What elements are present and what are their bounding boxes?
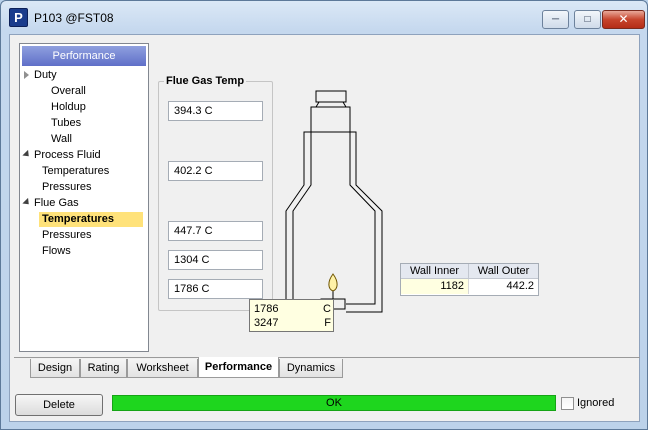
minimize-icon: ─	[551, 14, 560, 25]
wall-inner-value: 1182	[401, 279, 469, 294]
flue-gas-temp-radiant: 1304 C	[168, 250, 263, 270]
shell-right-inner	[346, 132, 376, 305]
maximize-button[interactable]: □	[574, 10, 601, 29]
tab-performance[interactable]: Performance	[198, 357, 279, 378]
shell-left-inner	[292, 132, 323, 305]
tooltip-row-c: 1786 C	[254, 302, 331, 316]
tooltip-value: 3247	[254, 317, 279, 329]
client-area: Performance Duty Overall Holdup Tubes Wa…	[9, 34, 640, 422]
flame-icon	[328, 273, 338, 292]
ignored-label[interactable]: Ignored	[577, 397, 614, 410]
flue-gas-temp-shield: 447.7 C	[168, 221, 263, 241]
wall-temp-table: Wall Inner Wall Outer 1182 442.2	[400, 263, 539, 296]
app-window: P P103 @FST08 ─ □ ✕ Performance Duty Ove…	[0, 0, 648, 430]
tab-design[interactable]: Design	[30, 359, 80, 378]
tab-rating[interactable]: Rating	[80, 359, 127, 378]
stack-cap-base	[315, 101, 347, 108]
stack-outer	[310, 106, 351, 133]
tab-worksheet[interactable]: Worksheet	[127, 359, 198, 378]
tooltip-unit: C	[323, 303, 331, 315]
maximize-icon: □	[584, 14, 591, 25]
app-icon: P	[9, 8, 28, 27]
shell-left-outer	[285, 131, 311, 313]
close-icon: ✕	[618, 12, 629, 26]
delete-button[interactable]: Delete	[15, 394, 103, 416]
status-bar: OK	[112, 395, 556, 411]
tooltip-unit: F	[324, 317, 331, 329]
minimize-button[interactable]: ─	[542, 10, 569, 29]
tooltip-row-f: 3247 F	[254, 316, 331, 330]
wall-outer-header: Wall Outer	[469, 264, 538, 279]
flue-gas-temp-convection: 402.2 C	[168, 161, 263, 181]
tooltip-value: 1786	[254, 303, 279, 315]
stack-cap	[315, 90, 347, 103]
flue-gas-temp-flame: 1786 C	[168, 279, 263, 299]
tab-strip-line	[14, 357, 640, 358]
wall-outer-value: 442.2	[469, 279, 538, 294]
wall-inner-header: Wall Inner	[401, 264, 469, 279]
ignored-checkbox[interactable]	[561, 397, 574, 410]
flue-gas-temp-stack: 394.3 C	[168, 101, 263, 121]
tab-dynamics[interactable]: Dynamics	[279, 359, 343, 378]
title-bar[interactable]: P P103 @FST08 ─ □ ✕	[1, 1, 647, 33]
temperature-tooltip: 1786 C 3247 F	[249, 299, 334, 332]
shell-right-outer	[346, 131, 383, 313]
window-title: P103 @FST08	[34, 11, 114, 25]
close-button[interactable]: ✕	[602, 10, 645, 29]
